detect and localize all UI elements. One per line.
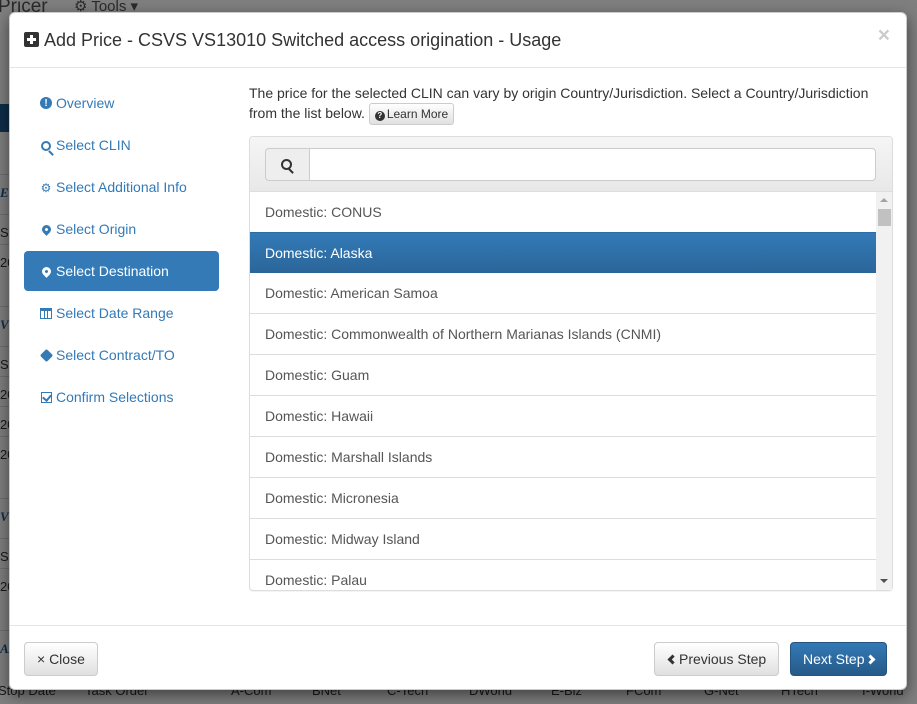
list-item[interactable]: Domestic: Marshall Islands [250,437,876,478]
map-marker-icon [39,265,53,278]
step-select-clin[interactable]: Select CLIN [24,125,219,165]
list-item[interactable]: Domestic: Midway Island [250,519,876,560]
map-marker-icon [39,223,53,236]
jurisdiction-list: Domestic: CONUS Domestic: Alaska Domesti… [250,192,876,590]
close-icon[interactable]: × [878,25,890,46]
gears-icon: ⚙ [40,181,52,195]
add-price-modal: Add Price - CSVS VS13010 Switched access… [9,12,907,690]
step-select-additional-info[interactable]: ⚙ Select Additional Info [24,167,219,207]
list-item[interactable]: Domestic: Commonwealth of Northern Maria… [250,314,876,355]
exclamation-circle-icon [40,84,52,124]
jurisdiction-panel: Domestic: CONUS Domestic: Alaska Domesti… [249,136,893,591]
search-bar [250,137,892,192]
scroll-up-arrow-icon[interactable] [880,198,888,202]
step-select-destination[interactable]: Select Destination [24,251,219,291]
step-select-date-range[interactable]: Select Date Range [24,293,219,333]
intro-text: The price for the selected CLIN can vary… [249,83,889,125]
search-icon [281,159,292,170]
scrollbar-thumb[interactable] [878,209,891,226]
chevron-right-icon [866,654,876,665]
modal-footer: × Close Previous Step Next Step [10,625,906,690]
step-confirm-selections[interactable]: Confirm Selections [24,377,219,417]
main-content: The price for the selected CLIN can vary… [249,83,893,591]
list-item-selected[interactable]: Domestic: Alaska [250,232,876,273]
wizard-steps-nav: Overview Select CLIN ⚙Select Additional … [24,83,219,419]
list-item[interactable]: Domestic: Micronesia [250,478,876,519]
list-item[interactable]: Domestic: CONUS [250,192,876,233]
question-circle-icon: ? [374,111,385,121]
next-step-button[interactable]: Next Step [790,642,888,676]
search-input[interactable] [309,148,876,181]
modal-title: Add Price - CSVS VS13010 Switched access… [24,29,561,51]
search-icon [41,141,51,151]
learn-more-button[interactable]: ? Learn More [368,103,455,125]
list-item[interactable]: Domestic: American Samoa [250,273,876,314]
modal-header: Add Price - CSVS VS13010 Switched access… [10,13,906,68]
list-item[interactable]: Domestic: Hawaii [250,396,876,437]
list-item[interactable]: Domestic: Guam [250,355,876,396]
chevron-left-icon [667,654,678,665]
plus-square-icon [24,32,39,47]
step-select-origin[interactable]: Select Origin [24,209,219,249]
step-overview[interactable]: Overview [24,83,219,124]
check-square-icon [40,392,52,403]
close-button[interactable]: × Close [24,642,98,676]
step-select-contract-to[interactable]: Select Contract/TO [24,335,219,375]
list-scrollbar[interactable] [876,192,892,590]
scroll-down-arrow-icon[interactable] [880,579,888,583]
calendar-icon [40,308,52,319]
previous-step-button[interactable]: Previous Step [654,642,780,676]
list-item[interactable]: Domestic: Palau [250,560,876,590]
search-addon [265,148,309,181]
cube-icon [39,348,53,363]
